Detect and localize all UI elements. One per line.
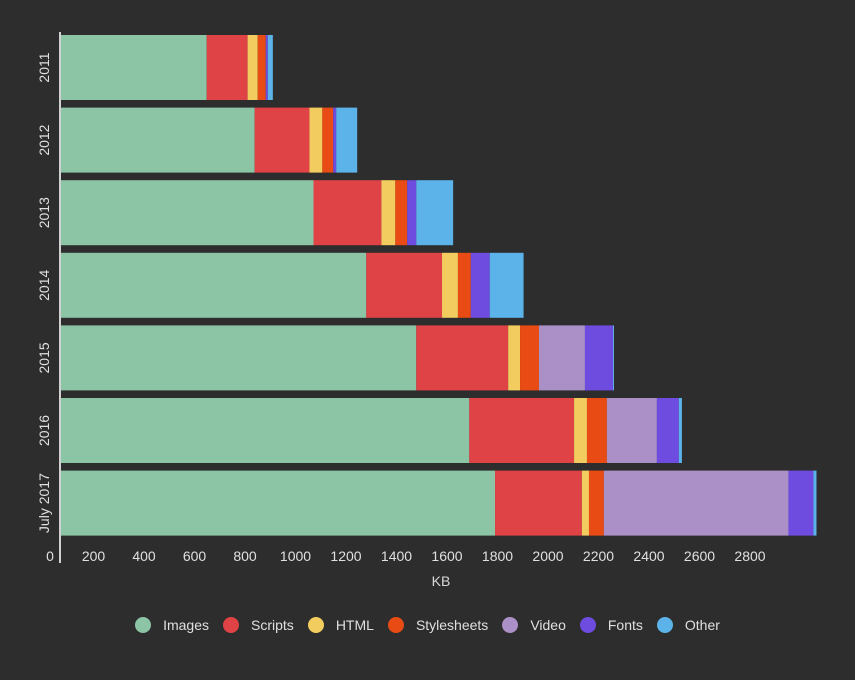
bar-segment-other-2016	[678, 398, 682, 463]
legend-swatch-icon	[223, 617, 240, 633]
y-tick-label: 2013	[36, 197, 52, 228]
legend-swatch-icon	[656, 617, 673, 633]
bar-segment-scripts-2014	[366, 252, 443, 318]
bar-segment-images-2011	[61, 35, 207, 100]
bar-segment-images-2014	[61, 252, 367, 318]
legend-label: Images	[163, 617, 210, 633]
bar-segment-video-2015	[538, 325, 585, 391]
bar-segment-other-2013	[416, 180, 454, 246]
legend-item-stylesheets[interactable]: Stylesheets	[387, 617, 489, 633]
bar-segment-scripts-2015	[416, 325, 509, 391]
x-tick-label: 2000	[532, 548, 563, 564]
x-tick-label: 2400	[633, 548, 664, 564]
bar-segment-images-2016	[61, 398, 470, 463]
legend-swatch-icon	[307, 617, 324, 633]
legend-label: Video	[530, 617, 566, 633]
x-tick-label: 1200	[330, 548, 361, 564]
x-tick-label: 800	[233, 548, 257, 564]
bar-segment-stylesheets-2015	[520, 325, 539, 391]
bar-segment-images-2013	[61, 180, 314, 246]
x-tick-label: 1000	[280, 548, 311, 564]
bar-segment-stylesheets-2013	[395, 180, 408, 246]
y-tick-label: 2016	[36, 415, 52, 446]
y-tick-label: 2014	[36, 270, 52, 301]
y-tick-label: 2012	[36, 124, 52, 155]
y-tick-label: July 2017	[36, 473, 52, 533]
legend-item-scripts[interactable]: Scripts	[223, 617, 294, 633]
y-tick-label: 2011	[36, 52, 52, 82]
stacked-bar-chart: 2011 2012 2013 2014 2015 2016 July 2017 0 200 40…	[36, 32, 817, 589]
legend-label: HTML	[335, 617, 374, 633]
x-tick-labels: 0 200 400 600 800 1000 1200 1400 1600 1800 2000 220…	[46, 548, 766, 564]
bar-segment-scripts-july-2017	[495, 470, 582, 536]
bar-segment-scripts-2012	[254, 107, 310, 173]
bar-segment-fonts-july-2017	[788, 470, 814, 536]
x-tick-label: 2200	[583, 548, 614, 564]
bar-segment-stylesheets-2016	[586, 398, 607, 463]
bar-segment-fonts-2016	[656, 398, 679, 463]
legend-item-other[interactable]: Other	[656, 617, 720, 633]
bar-segment-html-2016	[574, 398, 587, 463]
legend-label: Other	[684, 617, 720, 633]
bar-segment-html-2014	[442, 252, 458, 318]
x-tick-label: 200	[82, 548, 106, 564]
bar-segment-html-2013	[381, 180, 396, 246]
legend-swatch-icon	[502, 617, 519, 633]
bar-segment-html-2012	[309, 107, 323, 173]
bar-segment-html-2015	[508, 325, 521, 391]
bar-segment-html-july-2017	[581, 470, 589, 536]
legend-label: Scripts	[251, 617, 294, 633]
legend-swatch-icon	[387, 617, 404, 633]
bar-segment-fonts-2015	[584, 325, 613, 391]
bar-segment-other-2012	[336, 107, 358, 173]
x-tick-label: 400	[132, 548, 156, 564]
x-tick-label: 1600	[431, 548, 462, 564]
bar-segment-video-2016	[606, 398, 657, 463]
y-tick-labels: 2011 2012 2013 2014 2015 2016 July 2017	[36, 52, 52, 533]
legend-swatch-icon	[135, 617, 152, 633]
x-axis-label: KB	[432, 573, 451, 589]
bar-segment-fonts-2014	[470, 252, 490, 318]
bar-segment-stylesheets-2012	[322, 107, 334, 173]
x-tick-label: 1400	[381, 548, 412, 564]
x-tick-label: 1800	[482, 548, 513, 564]
x-tick-label: 2600	[684, 548, 715, 564]
legend-swatch-icon	[579, 617, 596, 633]
bar-segment-stylesheets-july-2017	[588, 470, 604, 536]
legend-item-html[interactable]: HTML	[307, 617, 374, 633]
legend-item-fonts[interactable]: Fonts	[579, 617, 643, 633]
bar-segment-fonts-2012	[333, 107, 337, 173]
y-tick-label: 2015	[36, 342, 52, 373]
x-tick-label: 2800	[734, 548, 765, 564]
bar-segment-scripts-2011	[206, 35, 248, 100]
bar-segment-html-2011	[247, 35, 258, 100]
bar-segment-other-july-2017	[813, 470, 817, 536]
x-tick-label: 0	[46, 548, 54, 564]
bar-segment-fonts-2013	[407, 180, 417, 246]
bar-segment-other-2011	[267, 35, 273, 100]
legend-label: Stylesheets	[415, 617, 489, 633]
bar-segment-video-july-2017	[603, 470, 789, 536]
bar-segment-stylesheets-2014	[457, 252, 471, 318]
bar-segment-images-july-2017	[61, 470, 496, 536]
bar-segment-fonts-2011	[265, 35, 268, 100]
x-tick-label: 600	[183, 548, 207, 564]
legend-item-video[interactable]: Video	[502, 617, 566, 633]
bar-segment-scripts-2013	[313, 180, 382, 246]
bar-segment-other-2015	[612, 325, 614, 391]
bar-segment-images-2012	[61, 107, 255, 173]
bars-group	[61, 35, 817, 536]
legend-item-images[interactable]: Images	[135, 617, 209, 633]
bar-segment-images-2015	[61, 325, 417, 391]
legend-label: Fonts	[607, 617, 643, 633]
bar-segment-other-2014	[489, 252, 524, 318]
bar-segment-stylesheets-2011	[257, 35, 266, 100]
legend: Images Scripts HTML Stylesheets Video Fonts Ot…	[0, 617, 855, 633]
bar-segment-scripts-2016	[469, 398, 575, 463]
